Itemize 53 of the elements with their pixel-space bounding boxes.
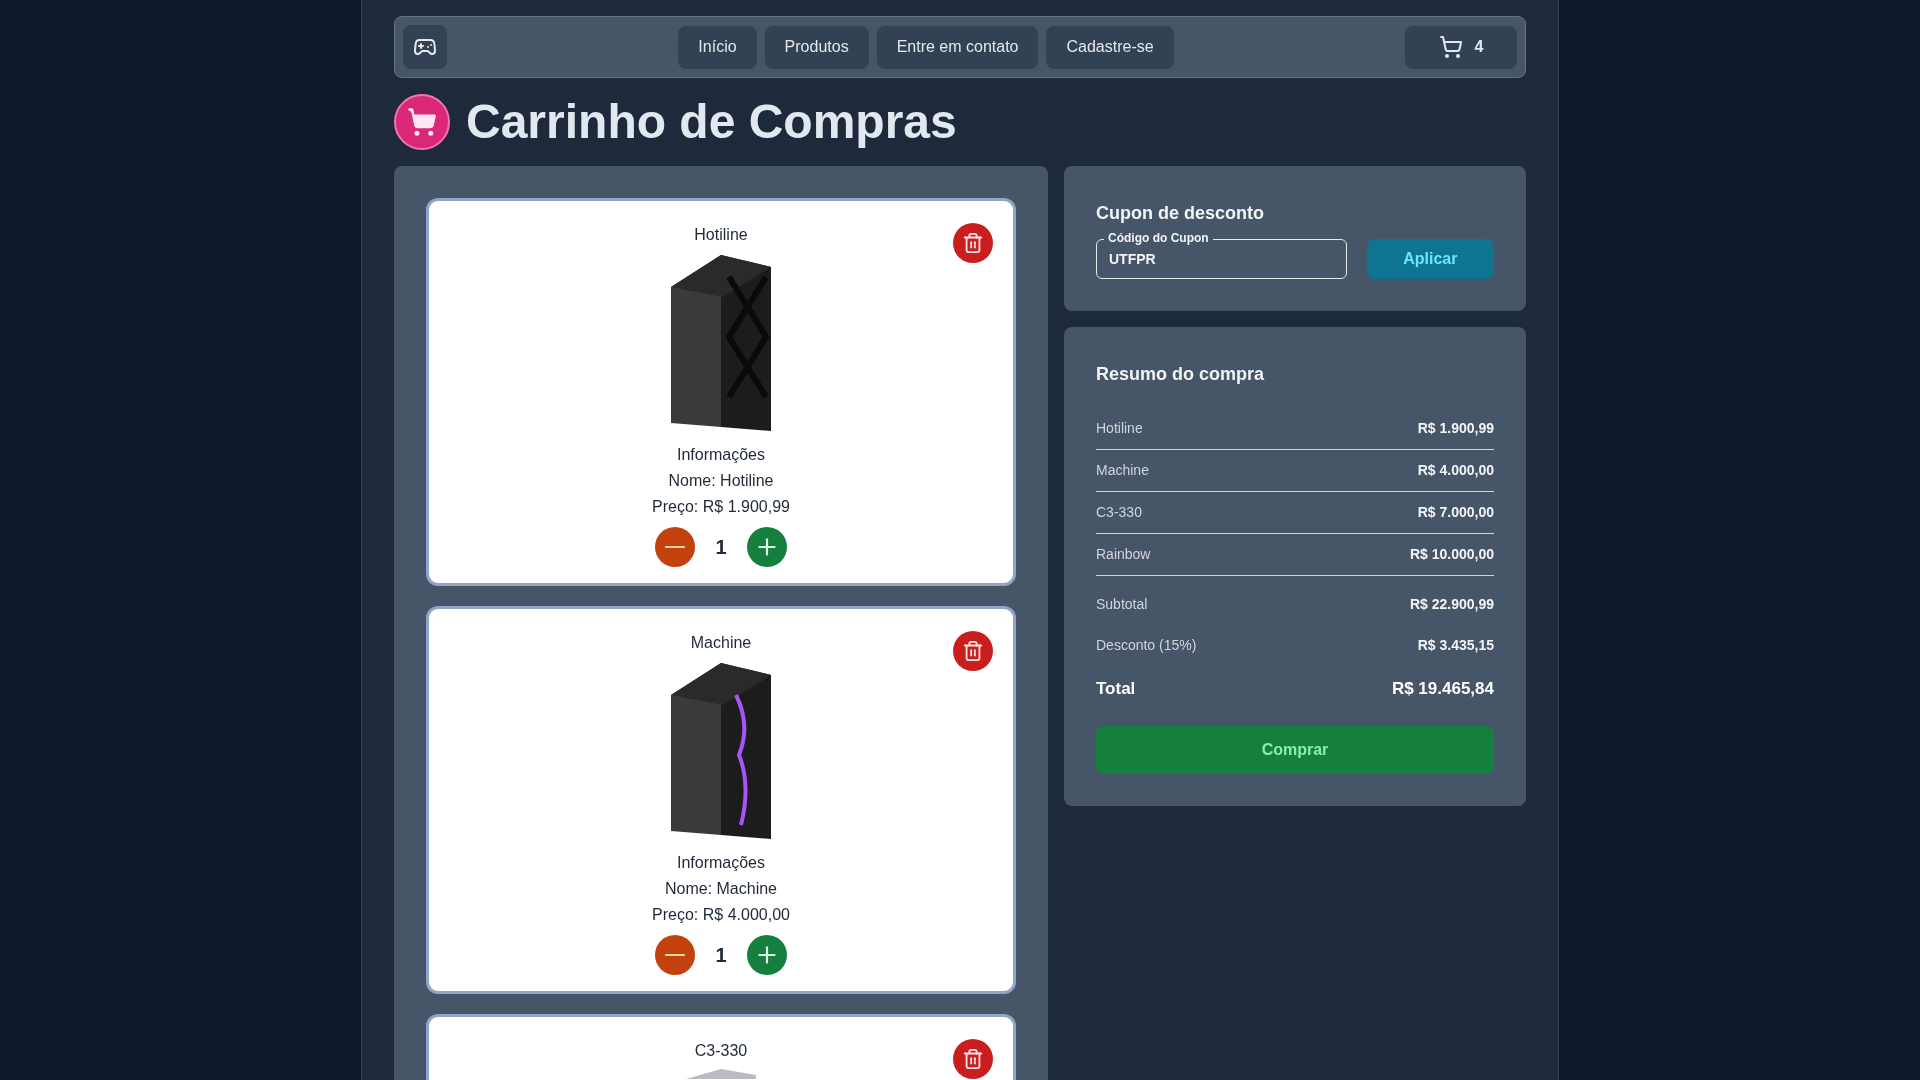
trash-icon — [962, 640, 984, 662]
nav-link[interactable]: Cadastre-se — [1046, 25, 1174, 69]
info-heading: Informações — [676, 853, 765, 873]
increase-button[interactable] — [746, 527, 787, 567]
buy-button[interactable]: Comprar — [1096, 725, 1494, 774]
field-label: Código do Cupon — [1104, 232, 1213, 244]
delete-button[interactable] — [953, 223, 993, 263]
summary-item-price: R$ 10.000,00 — [1409, 545, 1494, 564]
delete-button[interactable] — [953, 1039, 993, 1079]
summary-item-price: R$ 7.000,00 — [1417, 503, 1494, 522]
product-name: C3-330 — [694, 1041, 748, 1061]
summary-heading: Resumo do compra — [1096, 363, 1266, 386]
minus-icon — [665, 546, 686, 548]
cart-icon — [1438, 35, 1463, 59]
increase-button[interactable] — [746, 935, 787, 975]
quantity-value: 1 — [715, 535, 727, 560]
product-name-line: Nome: Machine — [664, 879, 777, 899]
summary-item-price: R$ 4.000,00 — [1417, 461, 1494, 480]
coupon-value: UTFPR — [1109, 249, 1156, 269]
trash-icon — [962, 1048, 984, 1070]
summary-item-label: Hotiline — [1096, 419, 1143, 438]
delete-button[interactable] — [953, 631, 993, 671]
cart-badge-icon — [394, 94, 450, 150]
total-value: R$ 19.465,84 — [1391, 678, 1494, 700]
product-price: Preço: R$ 1.900,99 — [652, 497, 790, 517]
quantity-value: 1 — [715, 943, 727, 968]
nav-link[interactable]: Produtos — [764, 25, 869, 69]
subtotal-label: Subtotal — [1096, 595, 1148, 614]
summary-item-price: R$ 1.900,99 — [1417, 419, 1494, 438]
product-name-line: Nome: Hotiline — [668, 471, 774, 491]
coupon-heading: Cupon de desconto — [1096, 202, 1265, 225]
discount-value: R$ 3.435,15 — [1417, 636, 1494, 655]
product-price: Preço: R$ 4.000,00 — [652, 905, 790, 925]
home-gamepad-button[interactable] — [403, 25, 447, 69]
cart-button[interactable]: 4 — [1405, 25, 1517, 69]
product-name: Machine — [690, 633, 752, 653]
page-title: Carrinho de Compras — [466, 98, 957, 146]
discount-label: Desconto (15%) — [1096, 636, 1197, 655]
decrease-button[interactable] — [655, 935, 696, 975]
trash-icon — [962, 232, 984, 254]
decrease-button[interactable] — [655, 527, 696, 567]
nav-link[interactable]: Entre em contato — [876, 25, 1039, 69]
minus-icon — [665, 954, 686, 956]
apply-button[interactable]: Aplicar — [1366, 239, 1494, 279]
subtotal-value: R$ 22.900,99 — [1409, 595, 1494, 614]
total-label: Total — [1096, 678, 1136, 700]
pc-case-photo — [686, 1069, 756, 1079]
nav-link[interactable]: Início — [678, 25, 757, 69]
product-name: Hotiline — [694, 225, 748, 245]
summary-item-label: Machine — [1096, 461, 1149, 480]
summary-item-label: C3-330 — [1096, 503, 1142, 522]
summary-item-label: Rainbow — [1096, 545, 1151, 564]
info-heading: Informações — [676, 445, 765, 465]
